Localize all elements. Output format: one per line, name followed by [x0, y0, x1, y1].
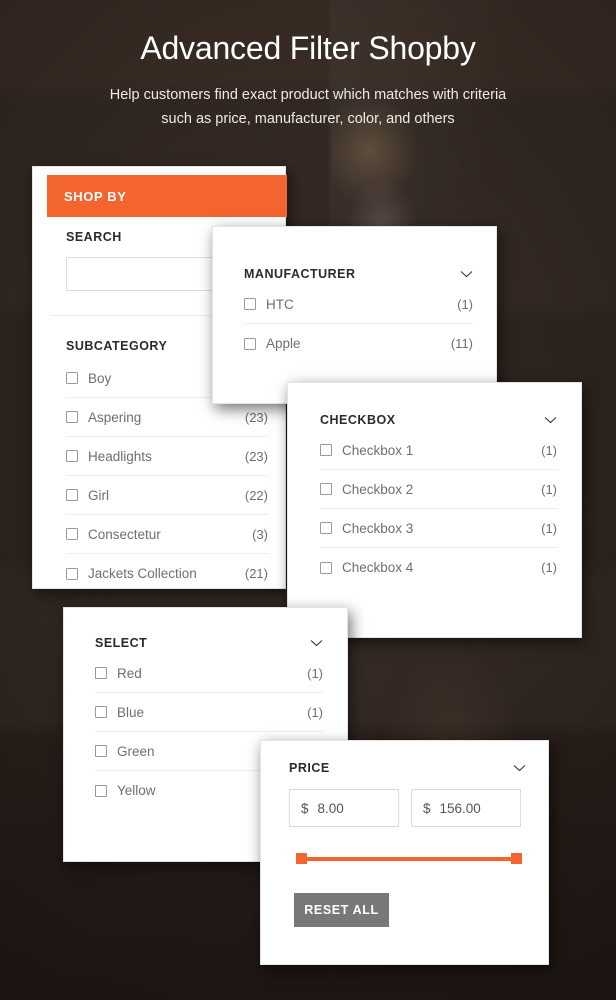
checkbox-icon[interactable] [66, 411, 78, 423]
price-min-value: 8.00 [317, 800, 344, 816]
checkbox-icon[interactable] [66, 528, 78, 540]
price-panel-title: PRICE [289, 761, 330, 775]
list-item[interactable]: Checkbox 3 (1) [320, 509, 557, 548]
price-range-slider[interactable] [296, 853, 522, 865]
option-label: Checkbox 3 [342, 520, 414, 536]
checkbox-icon[interactable] [320, 561, 332, 574]
option-count: (1) [457, 296, 473, 312]
option-label: HTC [266, 296, 294, 312]
select-panel-header[interactable]: SELECT [95, 636, 323, 650]
option-count: (1) [307, 704, 323, 720]
slider-handle-min[interactable] [296, 853, 307, 864]
price-max-value: 156.00 [439, 800, 481, 816]
checkbox-icon[interactable] [66, 489, 78, 501]
checkbox-icon[interactable] [95, 667, 107, 679]
option-label: Blue [117, 704, 145, 720]
chevron-down-icon[interactable] [310, 639, 323, 647]
option-count: (23) [244, 409, 268, 425]
option-label: Checkbox 4 [342, 560, 414, 575]
list-item[interactable]: Checkbox 4 (1) [320, 548, 557, 587]
select-panel-title: SELECT [95, 636, 148, 650]
chevron-down-icon[interactable] [513, 764, 526, 772]
list-item[interactable]: Girl (22) [66, 476, 268, 515]
checkbox-icon[interactable] [95, 784, 107, 797]
checkbox-panel-title: CHECKBOX [320, 413, 396, 427]
checkbox-icon[interactable] [95, 706, 107, 718]
price-max-input[interactable]: $ 156.00 [411, 789, 521, 827]
option-count: (1) [307, 665, 323, 681]
shopby-header-label: SHOP BY [64, 188, 127, 204]
option-label: Headlights [88, 448, 152, 464]
option-count: (22) [244, 487, 268, 503]
checkbox-icon[interactable] [244, 298, 256, 310]
page-subtitle: Help customers find exact product which … [109, 87, 507, 127]
page-title: Advanced Filter Shopby [140, 30, 476, 66]
price-panel-header[interactable]: PRICE [289, 761, 526, 775]
list-item[interactable]: Headlights (23) [66, 437, 268, 476]
checkbox-icon[interactable] [244, 337, 256, 350]
option-label: Jackets Collection [88, 566, 197, 581]
manufacturer-header[interactable]: MANUFACTURER [244, 267, 473, 281]
list-item[interactable]: HTC (1) [244, 285, 473, 324]
list-item[interactable]: Consectetur (3) [66, 515, 268, 554]
list-item[interactable]: Jackets Collection (21) [66, 554, 268, 588]
slider-handle-max[interactable] [511, 853, 522, 864]
checkbox-panel-header[interactable]: CHECKBOX [320, 413, 557, 427]
option-count: (1) [541, 520, 557, 536]
option-count: (1) [541, 560, 557, 575]
checkbox-icon[interactable] [320, 522, 332, 534]
list-item[interactable]: Red (1) [95, 654, 323, 693]
option-count: (11) [450, 336, 473, 351]
list-item[interactable]: Apple (11) [244, 324, 473, 363]
checkbox-list: Checkbox 1 (1) Checkbox 2 (1) Checkbox 3… [320, 431, 557, 587]
price-panel: PRICE $ 8.00 $ 156.00 RESET ALL [260, 740, 549, 965]
shopby-header-bar: SHOP BY [47, 175, 287, 217]
currency-symbol: $ [423, 800, 431, 816]
option-count: (21) [244, 566, 268, 581]
checkbox-icon[interactable] [66, 450, 78, 462]
option-count: (1) [541, 442, 557, 458]
checkbox-icon[interactable] [66, 372, 78, 384]
checkbox-icon[interactable] [320, 483, 332, 495]
list-item[interactable]: Blue (1) [95, 693, 323, 732]
option-count: (3) [252, 526, 268, 542]
chevron-down-icon[interactable] [544, 416, 557, 424]
checkbox-icon[interactable] [66, 567, 78, 580]
manufacturer-panel: MANUFACTURER HTC (1) Apple (11) [212, 226, 497, 404]
checkbox-icon[interactable] [320, 444, 332, 456]
option-count: (23) [244, 448, 268, 464]
option-label: Apple [266, 336, 301, 351]
list-item[interactable]: Checkbox 2 (1) [320, 470, 557, 509]
reset-all-button[interactable]: RESET ALL [294, 893, 389, 927]
option-count: (1) [541, 481, 557, 497]
option-label: Checkbox 1 [342, 442, 414, 458]
option-label: Girl [88, 487, 109, 503]
option-label: Checkbox 2 [342, 481, 414, 497]
manufacturer-list: HTC (1) Apple (11) [244, 285, 473, 363]
option-label: Red [117, 665, 142, 681]
chevron-down-icon[interactable] [460, 270, 473, 278]
option-label: Aspering [88, 409, 142, 425]
list-item[interactable]: Checkbox 1 (1) [320, 431, 557, 470]
option-label: Consectetur [88, 526, 161, 542]
manufacturer-title: MANUFACTURER [244, 267, 356, 281]
checkbox-panel: CHECKBOX Checkbox 1 (1) Checkbox 2 (1) C… [287, 382, 582, 638]
slider-track [296, 857, 522, 861]
price-min-input[interactable]: $ 8.00 [289, 789, 399, 827]
page-header: Advanced Filter Shopby Help customers fi… [0, 0, 616, 131]
checkbox-icon[interactable] [95, 745, 107, 757]
currency-symbol: $ [301, 800, 309, 816]
